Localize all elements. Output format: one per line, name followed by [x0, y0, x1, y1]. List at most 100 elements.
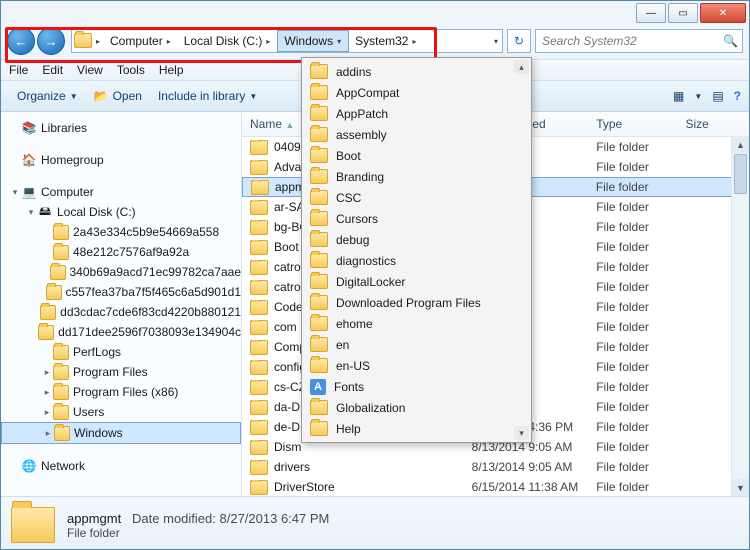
folder-icon — [53, 244, 69, 260]
help-button[interactable]: ? — [734, 89, 741, 103]
tree-item[interactable]: dd171dee2596f7038093e134904c — [1, 322, 241, 342]
navigation-tree[interactable]: 📚Libraries 🏠Homegroup ▾💻Computer▾🖴Local Di… — [1, 112, 242, 496]
scroll-up-button[interactable]: ▲ — [732, 136, 749, 153]
folder-icon — [50, 264, 66, 280]
tree-item[interactable]: 🏠Homegroup — [1, 150, 241, 170]
tree-item[interactable]: c557fea37ba7f5f465c6a5d901d1 — [1, 282, 241, 302]
chevron-right-icon[interactable]: ▸ — [92, 37, 104, 46]
dropdown-item[interactable]: Branding — [304, 166, 529, 187]
maximize-button[interactable]: ▭ — [668, 3, 698, 23]
search-icon: 🔍 — [723, 34, 738, 48]
view-options-button[interactable]: ▦ — [673, 89, 684, 103]
file-name: Boot — [274, 240, 299, 254]
dropdown-item[interactable]: Globalization — [304, 397, 529, 418]
chevron-down-icon[interactable]: ▾ — [490, 37, 502, 46]
dropdown-item[interactable]: debug — [304, 229, 529, 250]
dropdown-item[interactable]: Cursors — [304, 208, 529, 229]
dropdown-item-label: AppPatch — [336, 107, 388, 121]
folder-icon — [310, 274, 328, 289]
breadcrumb-system32[interactable]: System32▸ — [349, 30, 423, 52]
tree-item[interactable]: 2a43e334c5b9e54669a558 — [1, 222, 241, 242]
dropdown-item-label: DigitalLocker — [336, 275, 405, 289]
folder-icon — [250, 400, 268, 415]
tree-item[interactable]: 📚Libraries — [1, 118, 241, 138]
dropdown-item[interactable]: en — [304, 334, 529, 355]
organize-button[interactable]: Organize▼ — [9, 86, 86, 106]
scroll-down-button[interactable]: ▼ — [732, 479, 749, 496]
scrollbar-thumb[interactable] — [734, 154, 747, 194]
nav-back-button[interactable]: ← — [7, 27, 35, 55]
breadcrumb-windows[interactable]: Windows▾ — [277, 30, 349, 52]
dropdown-item-label: debug — [336, 233, 369, 247]
breadcrumb-dropdown[interactable]: ▴ addinsAppCompat AppPatch assembly Boot Bra… — [301, 57, 532, 443]
breadcrumb-local-disk[interactable]: Local Disk (C:)▸ — [178, 30, 278, 52]
dropdown-item[interactable]: AFonts — [304, 376, 529, 397]
folder-icon — [310, 295, 328, 310]
dropdown-item[interactable]: CSC — [304, 187, 529, 208]
close-button[interactable]: ✕ — [700, 3, 746, 23]
folder-icon — [310, 85, 328, 100]
menu-edit[interactable]: Edit — [42, 63, 63, 77]
tree-item[interactable]: ▸Windows — [1, 422, 241, 444]
breadcrumb[interactable]: ▸ Computer▸ Local Disk (C:)▸ Windows▾ Sy… — [71, 29, 503, 53]
details-modified-value: 8/27/2013 6:47 PM — [220, 511, 330, 526]
tree-item[interactable]: 340b69a9acd71ec99782ca7aae — [1, 262, 241, 282]
breadcrumb-computer[interactable]: Computer▸ — [104, 30, 178, 52]
folder-icon — [250, 280, 268, 295]
folder-icon — [53, 384, 69, 400]
file-name: DriverStore — [274, 480, 335, 494]
tree-item[interactable]: ▾💻Computer — [1, 182, 241, 202]
menu-file[interactable]: File — [9, 63, 28, 77]
tree-item[interactable]: ▸Users — [1, 402, 241, 422]
folder-icon — [310, 358, 328, 373]
dropdown-item[interactable]: AppCompat — [304, 82, 529, 103]
table-row[interactable]: DriverStore6/15/2014 11:38 AMFile folder — [242, 477, 749, 496]
file-type: File folder — [588, 240, 677, 254]
tree-item-label: 48e212c7576af9a92a — [73, 245, 189, 259]
search-input[interactable]: Search System32 🔍 — [535, 29, 743, 53]
refresh-button[interactable]: ↻ — [507, 29, 531, 53]
scroll-up-button[interactable]: ▴ — [514, 60, 529, 74]
details-pane: appmgmt Date modified: 8/27/2013 6:47 PM… — [1, 496, 749, 550]
dropdown-item[interactable]: DigitalLocker — [304, 271, 529, 292]
tree-item[interactable]: ▸Program Files — [1, 362, 241, 382]
dropdown-item-label: Boot — [336, 149, 361, 163]
dropdown-item[interactable]: assembly — [304, 124, 529, 145]
menu-view[interactable]: View — [77, 63, 103, 77]
nav-forward-button[interactable]: → — [37, 27, 65, 55]
dropdown-item[interactable]: Boot — [304, 145, 529, 166]
menu-tools[interactable]: Tools — [117, 63, 145, 77]
sort-asc-icon: ▲ — [285, 120, 294, 130]
table-row[interactable]: drivers8/13/2014 9:05 AMFile folder — [242, 457, 749, 477]
include-in-library-button[interactable]: Include in library▼ — [150, 86, 265, 106]
net-icon: 🌐 — [21, 458, 37, 474]
tree-item[interactable]: 48e212c7576af9a92a — [1, 242, 241, 262]
dropdown-item[interactable]: diagnostics — [304, 250, 529, 271]
dropdown-item[interactable]: AppPatch — [304, 103, 529, 124]
scroll-down-button[interactable]: ▾ — [514, 426, 529, 440]
tree-item[interactable]: PerfLogs — [1, 342, 241, 362]
menu-help[interactable]: Help — [159, 63, 184, 77]
dropdown-item[interactable]: ehome — [304, 313, 529, 334]
minimize-button[interactable]: — — [636, 3, 666, 23]
folder-icon — [250, 380, 268, 395]
dropdown-item[interactable]: en-US — [304, 355, 529, 376]
tree-item[interactable]: 🌐Network — [1, 456, 241, 476]
dropdown-item-label: Cursors — [336, 212, 378, 226]
file-type: File folder — [588, 140, 677, 154]
open-button[interactable]: 📂Open — [86, 86, 150, 106]
dropdown-item[interactable]: addins — [304, 61, 529, 82]
file-type: File folder — [588, 260, 677, 274]
preview-pane-button[interactable]: ▤ — [712, 89, 723, 103]
tree-item[interactable]: ▾🖴Local Disk (C:) — [1, 202, 241, 222]
file-date: 8/13/2014 9:05 AM — [464, 460, 589, 474]
folder-icon — [250, 320, 268, 335]
tree-item[interactable]: dd3cdac7cde6f83cd4220b880121 — [1, 302, 241, 322]
dropdown-item[interactable]: Help — [304, 418, 529, 439]
file-type: File folder — [588, 340, 677, 354]
tree-item[interactable]: ▸Program Files (x86) — [1, 382, 241, 402]
folder-icon — [74, 33, 90, 49]
vertical-scrollbar[interactable]: ▲ ▼ — [731, 136, 749, 496]
dropdown-item[interactable]: Downloaded Program Files — [304, 292, 529, 313]
file-name: drivers — [274, 460, 310, 474]
